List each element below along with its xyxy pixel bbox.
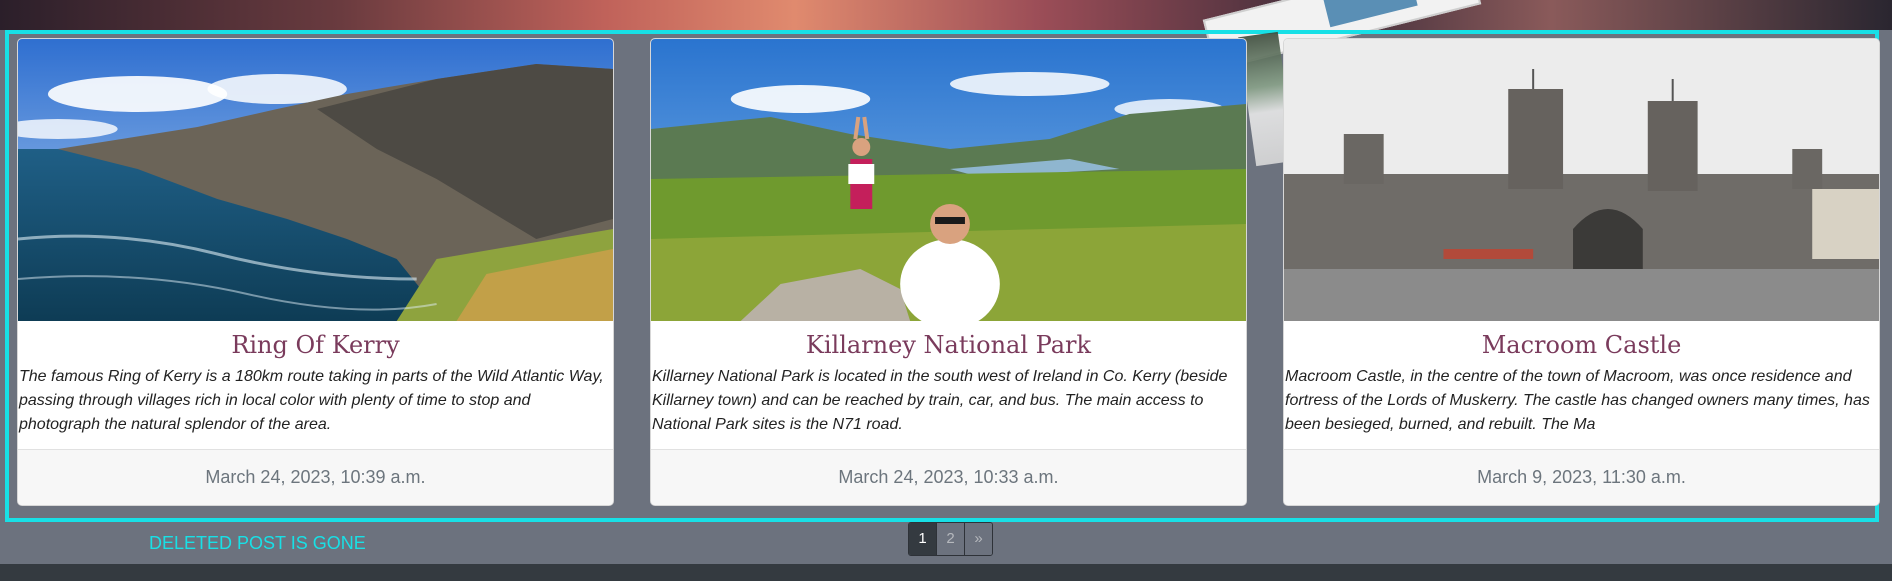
- page-2-button[interactable]: 2: [936, 523, 964, 555]
- page-1-button[interactable]: 1: [909, 523, 936, 555]
- post-date: March 24, 2023, 10:39 a.m.: [18, 449, 613, 505]
- post-card[interactable]: Ring Of Kerry The famous Ring of Kerry i…: [17, 38, 614, 506]
- post-excerpt: The famous Ring of Kerry is a 180km rout…: [19, 368, 604, 433]
- post-title[interactable]: Ring Of Kerry: [18, 331, 613, 359]
- post-excerpt: Killarney National Park is located in th…: [652, 368, 1228, 433]
- post-date: March 24, 2023, 10:33 a.m.: [651, 449, 1246, 505]
- header-banner-image: [0, 0, 1892, 71]
- post-card[interactable]: Macroom Castle Macroom Castle, in the ce…: [1283, 38, 1880, 506]
- post-excerpt: Macroom Castle, in the centre of the tow…: [1285, 368, 1870, 433]
- post-image-ring-of-kerry[interactable]: [18, 39, 613, 321]
- post-image-macroom-castle[interactable]: [1284, 39, 1879, 321]
- next-page-button[interactable]: »: [964, 523, 992, 555]
- post-date: March 9, 2023, 11:30 a.m.: [1284, 449, 1879, 505]
- footer-bar: [0, 564, 1892, 581]
- post-title[interactable]: Macroom Castle: [1284, 331, 1879, 359]
- pagination: 1 2 »: [908, 522, 993, 556]
- post-title[interactable]: Killarney National Park: [651, 331, 1246, 359]
- post-card[interactable]: Killarney National Park Killarney Nation…: [650, 38, 1247, 506]
- post-image-killarney-national-park[interactable]: [651, 39, 1246, 321]
- deleted-post-message: DELETED POST IS GONE: [149, 533, 366, 553]
